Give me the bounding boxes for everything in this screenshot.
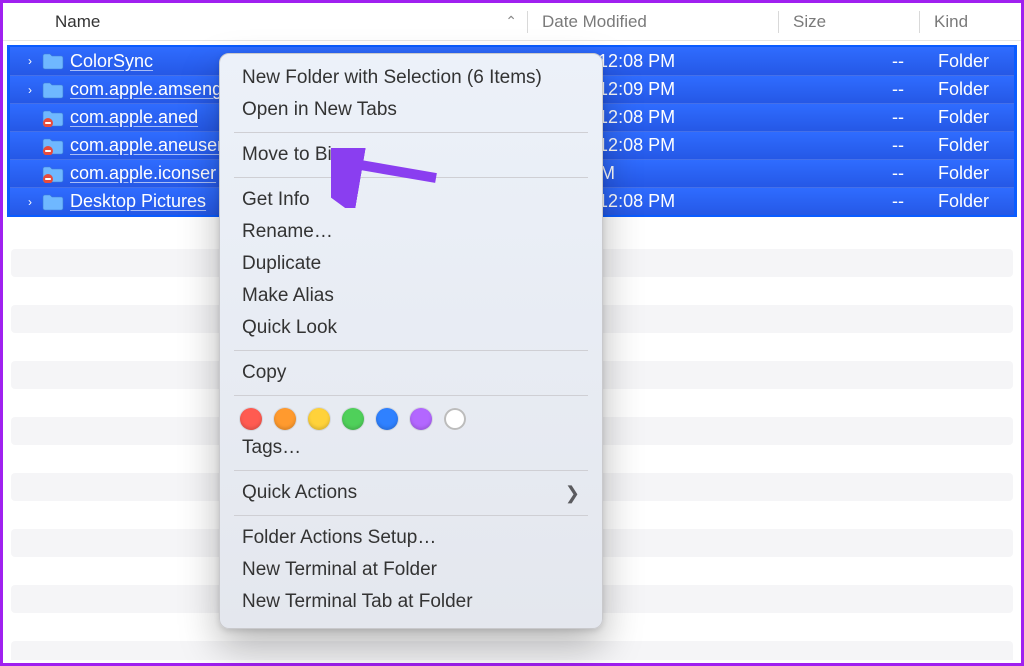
column-header-name-label: Name — [55, 12, 100, 32]
column-header-size[interactable]: Size — [779, 12, 919, 32]
folder-icon — [42, 165, 64, 183]
menu-item-copy[interactable]: Copy — [220, 357, 602, 389]
menu-label: Open in New Tabs — [242, 99, 397, 121]
menu-label: New Terminal at Folder — [242, 559, 437, 581]
file-name[interactable]: com.apple.aneuser — [70, 135, 223, 156]
file-name[interactable]: ColorSync — [70, 51, 153, 72]
menu-item-get-info[interactable]: Get Info — [220, 184, 602, 216]
file-name[interactable]: com.apple.amseng — [70, 79, 222, 100]
column-header-name[interactable]: Name ⌃ — [3, 12, 527, 32]
menu-item-rename[interactable]: Rename… — [220, 216, 602, 248]
tag-color-dot[interactable] — [342, 408, 364, 430]
menu-label: Quick Look — [242, 317, 337, 339]
tag-color-dot[interactable] — [410, 408, 432, 430]
tag-color-dot[interactable] — [308, 408, 330, 430]
file-size: -- — [784, 163, 924, 184]
sort-indicator-icon: ⌃ — [505, 13, 517, 30]
menu-label: Move to Bin — [242, 144, 342, 166]
menu-separator — [234, 177, 588, 178]
file-name[interactable]: Desktop Pictures — [70, 191, 206, 212]
menu-item-tags[interactable]: Tags… — [220, 432, 602, 464]
menu-item-new-terminal[interactable]: New Terminal at Folder — [220, 554, 602, 586]
menu-separator — [234, 132, 588, 133]
folder-icon — [42, 137, 64, 155]
tag-color-dot[interactable] — [240, 408, 262, 430]
file-size: -- — [784, 79, 924, 100]
menu-label: New Terminal Tab at Folder — [242, 591, 473, 613]
file-kind: Folder — [924, 163, 1014, 184]
tag-color-dot[interactable] — [376, 408, 398, 430]
menu-item-move-to-bin[interactable]: Move to Bin — [220, 139, 602, 171]
context-menu: New Folder with Selection (6 Items) Open… — [219, 53, 603, 629]
menu-label: Tags… — [242, 437, 301, 459]
disclosure-triangle-icon[interactable]: › — [24, 54, 36, 68]
tag-color-row — [220, 402, 602, 432]
file-kind: Folder — [924, 51, 1014, 72]
folder-icon — [42, 109, 64, 127]
tag-color-none[interactable] — [444, 408, 466, 430]
folder-icon — [42, 193, 64, 211]
menu-label: Duplicate — [242, 253, 321, 275]
menu-item-open-tabs[interactable]: Open in New Tabs — [220, 94, 602, 126]
file-name[interactable]: com.apple.iconser — [70, 163, 216, 184]
file-name[interactable]: com.apple.aned — [70, 107, 198, 128]
file-kind: Folder — [924, 191, 1014, 212]
menu-label: New Folder with Selection (6 Items) — [242, 67, 542, 89]
file-size: -- — [784, 135, 924, 156]
column-header-row: Name ⌃ Date Modified Size Kind — [3, 3, 1021, 41]
menu-separator — [234, 350, 588, 351]
menu-label: Quick Actions — [242, 482, 357, 504]
folder-icon — [42, 81, 64, 99]
menu-item-quick-actions[interactable]: Quick Actions ❯ — [220, 477, 602, 509]
menu-label: Get Info — [242, 189, 310, 211]
file-size: -- — [784, 107, 924, 128]
menu-item-new-folder[interactable]: New Folder with Selection (6 Items) — [220, 62, 602, 94]
disclosure-triangle-icon[interactable]: › — [24, 195, 36, 209]
file-kind: Folder — [924, 79, 1014, 100]
file-kind: Folder — [924, 107, 1014, 128]
file-kind: Folder — [924, 135, 1014, 156]
menu-item-make-alias[interactable]: Make Alias — [220, 280, 602, 312]
menu-item-new-terminal-tab[interactable]: New Terminal Tab at Folder — [220, 586, 602, 618]
file-size: -- — [784, 191, 924, 212]
menu-label: Rename… — [242, 221, 333, 243]
column-header-date-label: Date Modified — [542, 12, 647, 31]
menu-separator — [234, 515, 588, 516]
menu-label: Folder Actions Setup… — [242, 527, 436, 549]
menu-separator — [234, 395, 588, 396]
column-header-date[interactable]: Date Modified — [528, 12, 778, 32]
column-header-size-label: Size — [793, 12, 826, 31]
menu-label: Make Alias — [242, 285, 334, 307]
menu-item-duplicate[interactable]: Duplicate — [220, 248, 602, 280]
column-header-kind-label: Kind — [934, 12, 968, 31]
menu-separator — [234, 470, 588, 471]
menu-item-folder-actions[interactable]: Folder Actions Setup… — [220, 522, 602, 554]
folder-icon — [42, 52, 64, 70]
chevron-right-icon: ❯ — [565, 483, 580, 504]
disclosure-triangle-icon[interactable]: › — [24, 83, 36, 97]
file-size: -- — [784, 51, 924, 72]
tag-color-dot[interactable] — [274, 408, 296, 430]
menu-item-quick-look[interactable]: Quick Look — [220, 312, 602, 344]
menu-label: Copy — [242, 362, 286, 384]
column-header-kind[interactable]: Kind — [920, 12, 1021, 32]
